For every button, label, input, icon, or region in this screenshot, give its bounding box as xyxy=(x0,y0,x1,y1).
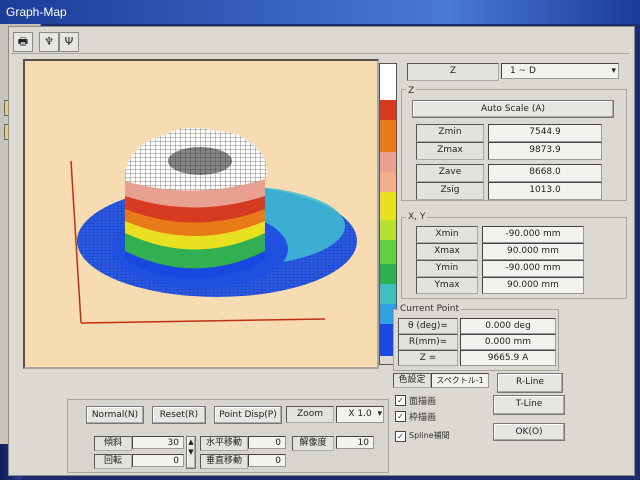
zmax-label: Zmax xyxy=(416,142,484,160)
z-group-title: Z xyxy=(406,86,417,96)
x-axis xyxy=(80,318,326,324)
graph-map-window: Graph-Map 🖶 ♆ Ψ Z 1 ~ D ▾ Z Auto Scale (… xyxy=(0,0,640,480)
radius-label: R(mm)= xyxy=(398,334,458,350)
chevron-down-icon: ▾ xyxy=(611,66,616,76)
h-move-label: 水平移動 xyxy=(200,436,248,451)
surface-label: 面描画 xyxy=(409,397,437,407)
title-bar[interactable]: Graph-Map xyxy=(0,0,640,24)
resolution-label: 解像度 xyxy=(292,436,334,451)
rotate-label: 回転 xyxy=(94,454,132,469)
xy-group: X, Y Xmin -90.000 mm Xmax 90.000 mm Ymin… xyxy=(401,212,627,299)
zsig-value: 1013.0 xyxy=(488,182,602,200)
tilt-label: 傾斜 xyxy=(94,436,132,451)
xmax-value: 90.000 mm xyxy=(482,243,584,260)
z-group: Z Auto Scale (A) Zmin 7544.9 Zmax 9873.9… xyxy=(401,86,627,201)
zave-label: Zave xyxy=(416,164,484,182)
zoom-label: Zoom xyxy=(286,406,334,423)
resolution-input[interactable]: 10 xyxy=(336,436,374,449)
zmax-value: 9873.9 xyxy=(488,142,602,160)
zoom-select[interactable]: X 1.0 ▾ xyxy=(336,406,384,423)
tilt-input[interactable]: 30 xyxy=(132,436,184,449)
ymin-label: Ymin xyxy=(416,260,478,277)
scale-swatch xyxy=(380,240,396,264)
scale-swatch xyxy=(380,64,396,100)
xmin-value: -90.000 mm xyxy=(482,226,584,243)
toolbar: 🖶 ♆ Ψ xyxy=(11,29,629,54)
color-setting-label: 色設定 xyxy=(393,373,431,388)
surface-checkbox[interactable]: ✓ xyxy=(395,395,406,406)
auto-scale-button[interactable]: Auto Scale (A) xyxy=(412,100,614,118)
view-controls: Normal(N) Reset(R) Point Disp(P) Zoom X … xyxy=(67,399,389,473)
scale-swatch xyxy=(380,172,396,192)
current-point-group: Current Point θ (deg)= 0.000 deg R(mm)= … xyxy=(393,304,559,371)
point-disp-button[interactable]: Point Disp(P) xyxy=(214,406,282,424)
theta-value: 0.000 deg xyxy=(460,318,556,334)
z-select-label: Z xyxy=(407,63,499,81)
zmin-label: Zmin xyxy=(416,124,484,142)
xmin-label: Xmin xyxy=(416,226,478,243)
scale-swatch xyxy=(380,152,396,172)
wire-label: 枠描画 xyxy=(409,413,437,423)
v-move-input[interactable]: 0 xyxy=(248,454,286,467)
rotate-input[interactable]: 0 xyxy=(132,454,184,467)
ymax-value: 90.000 mm xyxy=(482,277,584,294)
v-move-label: 垂直移動 xyxy=(200,454,248,469)
zmin-value: 7544.9 xyxy=(488,124,602,142)
scale-swatch xyxy=(380,120,396,152)
ymin-value: -90.000 mm xyxy=(482,260,584,277)
surface-plot-svg xyxy=(70,127,357,324)
normal-button[interactable]: Normal(N) xyxy=(86,406,144,424)
h-move-input[interactable]: 0 xyxy=(248,436,286,449)
zave-value: 8668.0 xyxy=(488,164,602,182)
scale-swatch xyxy=(380,192,396,220)
rotation-stepper[interactable]: ▲ ▼ xyxy=(186,436,196,469)
reset-button[interactable]: Reset(R) xyxy=(152,406,206,424)
chevron-down-icon: ▾ xyxy=(377,409,382,419)
top-crater xyxy=(168,147,232,175)
theta-label: θ (deg)= xyxy=(398,318,458,334)
fork-icon[interactable]: ♆ xyxy=(39,32,59,52)
scale-swatch xyxy=(380,220,396,240)
z-point-value: 9665.9 A xyxy=(460,350,556,366)
radius-value: 0.000 mm xyxy=(460,334,556,350)
z-select[interactable]: 1 ~ D ▾ xyxy=(501,63,619,79)
current-point-title: Current Point xyxy=(398,304,462,314)
spline-label: Spline補間 xyxy=(409,431,450,440)
surface-plot[interactable] xyxy=(23,59,379,369)
zoom-value: X 1.0 xyxy=(348,409,372,419)
xy-group-title: X, Y xyxy=(406,212,428,222)
scale-swatch xyxy=(380,284,396,304)
ok-button[interactable]: OK(O) xyxy=(493,423,565,441)
zsig-label: Zsig xyxy=(416,182,484,200)
tree-icon[interactable]: Ψ xyxy=(59,32,79,52)
color-setting-select[interactable]: スペクトル-1 xyxy=(431,373,489,388)
color-setting-value: スペクトル-1 xyxy=(436,376,484,385)
scale-swatch xyxy=(380,264,396,284)
color-settings: 色設定 スペクトル-1 ✓ 面描画 ✓ 枠描画 ✓ Spline補間 xyxy=(389,369,493,469)
main-frame: 🖶 ♆ Ψ Z 1 ~ D ▾ Z Auto Scale (A) Zmin 75… xyxy=(8,26,635,476)
r-line-button[interactable]: R-Line xyxy=(497,373,563,393)
scale-swatch xyxy=(380,100,396,120)
spline-checkbox[interactable]: ✓ xyxy=(395,431,406,442)
window-title: Graph-Map xyxy=(6,5,67,19)
xmax-label: Xmax xyxy=(416,243,478,260)
z-select-value: 1 ~ D xyxy=(510,66,536,76)
wire-checkbox[interactable]: ✓ xyxy=(395,411,406,422)
ymax-label: Ymax xyxy=(416,277,478,294)
printer-icon[interactable]: 🖶 xyxy=(13,32,33,52)
z-point-label: Z = xyxy=(398,350,458,366)
t-line-button[interactable]: T-Line xyxy=(493,395,565,415)
